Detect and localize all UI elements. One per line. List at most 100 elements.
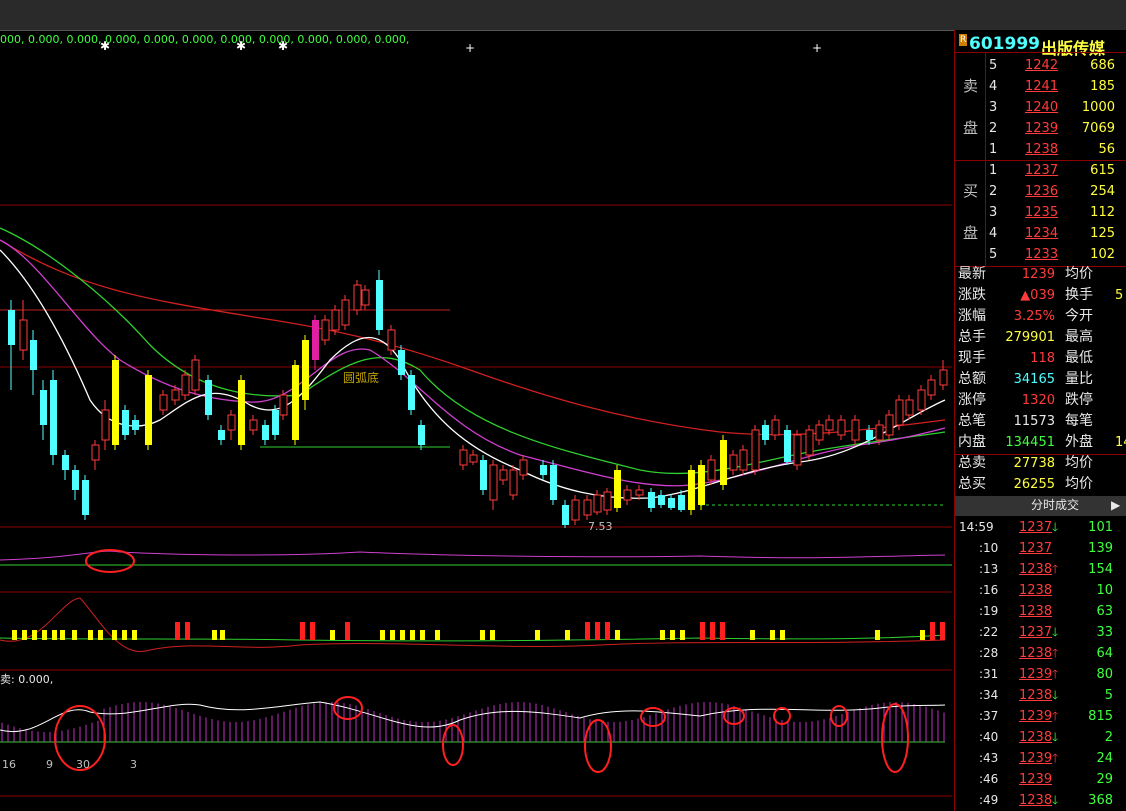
indicator2-bar [595, 622, 600, 640]
highlight-circle [830, 705, 848, 727]
tape-price[interactable]: 1239 [1019, 667, 1052, 682]
candle-body [279, 394, 288, 416]
quote-label-2: 量比 [1065, 371, 1093, 387]
tape-price[interactable]: 1239 [1019, 709, 1052, 724]
quote-label-2: 均价 [1065, 455, 1093, 471]
quote-label-2: 最高 [1065, 329, 1093, 345]
buy-price[interactable]: 1234 [1025, 226, 1058, 241]
quote-label: 总笔 [958, 413, 986, 429]
candle-body [895, 399, 904, 426]
tape-scroll-arrow[interactable]: ▶ [1111, 498, 1120, 513]
kline-chart-area[interactable]: 000, 0.000, 0.000, 0.000, 0.000, 0.000, … [0, 0, 952, 811]
tape-price[interactable]: 1238 [1019, 793, 1052, 808]
candle-body [499, 469, 508, 481]
candle-body [720, 440, 727, 485]
tape-time: :28 [979, 646, 999, 660]
indicator2-bar [175, 622, 180, 640]
candle-body [418, 425, 425, 445]
indicator3-histogram [1, 702, 945, 742]
highlight-circle [584, 719, 612, 773]
buy-price[interactable]: 1235 [1025, 205, 1058, 220]
buy-price[interactable]: 1233 [1025, 247, 1058, 262]
sell-price[interactable]: 1241 [1025, 79, 1058, 94]
buy-label-2: 盘 [963, 224, 979, 242]
candle-body [50, 380, 57, 455]
candle-body [489, 464, 498, 501]
kline-chart-svg[interactable]: ✱ ✱ ✱ + + 圆弧底 7.53 16 9 30 3 [0, 0, 952, 811]
tape-time: :49 [979, 793, 999, 807]
candle-body [623, 489, 632, 501]
quote-label: 涨跌 [958, 287, 986, 303]
quote-label-2: 今开 [1065, 308, 1093, 324]
candle-body [8, 310, 15, 345]
candle-body [739, 449, 748, 471]
candle-body [72, 470, 79, 490]
candle-body [262, 425, 269, 440]
indicator2-bar [435, 630, 440, 640]
quote-label: 涨停 [958, 392, 986, 408]
quote-value: 11573 [1013, 414, 1055, 429]
indicator2-bar [920, 630, 925, 640]
buy-price[interactable]: 1236 [1025, 184, 1058, 199]
tape-time: :10 [979, 541, 999, 555]
tape-header[interactable]: 分时成交 ▶ [955, 496, 1126, 516]
tape-direction-icon: 🡓 [1052, 688, 1059, 702]
tape-price[interactable]: 1238 [1019, 583, 1052, 598]
buy-volume: 615 [1090, 163, 1115, 178]
tape-volume: 29 [1096, 772, 1113, 787]
buy-volume: 125 [1090, 226, 1115, 241]
candle-body [302, 340, 309, 400]
tape-price[interactable]: 1238 [1019, 688, 1052, 703]
indicator2-bar [60, 630, 65, 640]
quote-value: 3.25% [1013, 309, 1055, 324]
tape-volume: 64 [1096, 646, 1113, 661]
indicator2-bar [400, 630, 405, 640]
tape-price[interactable]: 1239 [1019, 772, 1052, 787]
quote-label-2: 换手 [1065, 287, 1093, 303]
ma-red-line [0, 239, 946, 436]
tape-price[interactable]: 1239 [1019, 751, 1052, 766]
star-marker: ✱ [278, 39, 288, 53]
sell-price[interactable]: 1238 [1025, 142, 1058, 157]
indicator2-bar [750, 630, 755, 640]
pattern-label: 圆弧底 [343, 370, 379, 385]
indicator2-bar [660, 630, 665, 640]
tape-direction-icon: 🡑 [1052, 751, 1059, 765]
quote-value: 26255 [1013, 477, 1055, 492]
indicator2-green-line [0, 634, 946, 642]
tape-time: :22 [979, 625, 999, 639]
tape-price[interactable]: 1238 [1019, 604, 1052, 619]
tape-price[interactable]: 1238 [1019, 646, 1052, 661]
plus-marker: + [465, 41, 475, 55]
highlight-circle [881, 703, 909, 773]
indicator2-bar [122, 630, 127, 640]
tape-price[interactable]: 1238 [1019, 730, 1052, 745]
buy-price[interactable]: 1237 [1025, 163, 1058, 178]
tape-price[interactable]: 1237 [1019, 541, 1052, 556]
buy-level: 1 [989, 163, 998, 178]
sell-price[interactable]: 1242 [1025, 58, 1058, 73]
quote-value: ▲039 [1020, 288, 1055, 303]
candle-body [30, 340, 37, 370]
axis-label: 3 [130, 758, 137, 771]
sell-price[interactable]: 1239 [1025, 121, 1058, 136]
candle-body [875, 424, 884, 441]
indicator2-bar [32, 630, 37, 640]
buy-volume: 112 [1090, 205, 1115, 220]
candle-body [698, 465, 705, 505]
buy-level: 2 [989, 184, 998, 199]
indicator2-bar [410, 630, 415, 640]
tape-price[interactable]: 1238 [1019, 562, 1052, 577]
sell-level: 3 [989, 100, 998, 115]
quote-label: 最新 [958, 266, 986, 282]
sell-price[interactable]: 1240 [1025, 100, 1058, 115]
candle-body [132, 420, 139, 430]
indicator2-bar [535, 630, 540, 640]
candle-body [583, 499, 592, 516]
candle-body [805, 429, 814, 456]
tape-price[interactable]: 1237 [1019, 520, 1052, 535]
tape-direction-icon: 🡓 [1052, 730, 1059, 744]
sell-level: 2 [989, 121, 998, 136]
quote-value-2: 14 [1115, 435, 1126, 450]
tape-price[interactable]: 1237 [1019, 625, 1052, 640]
